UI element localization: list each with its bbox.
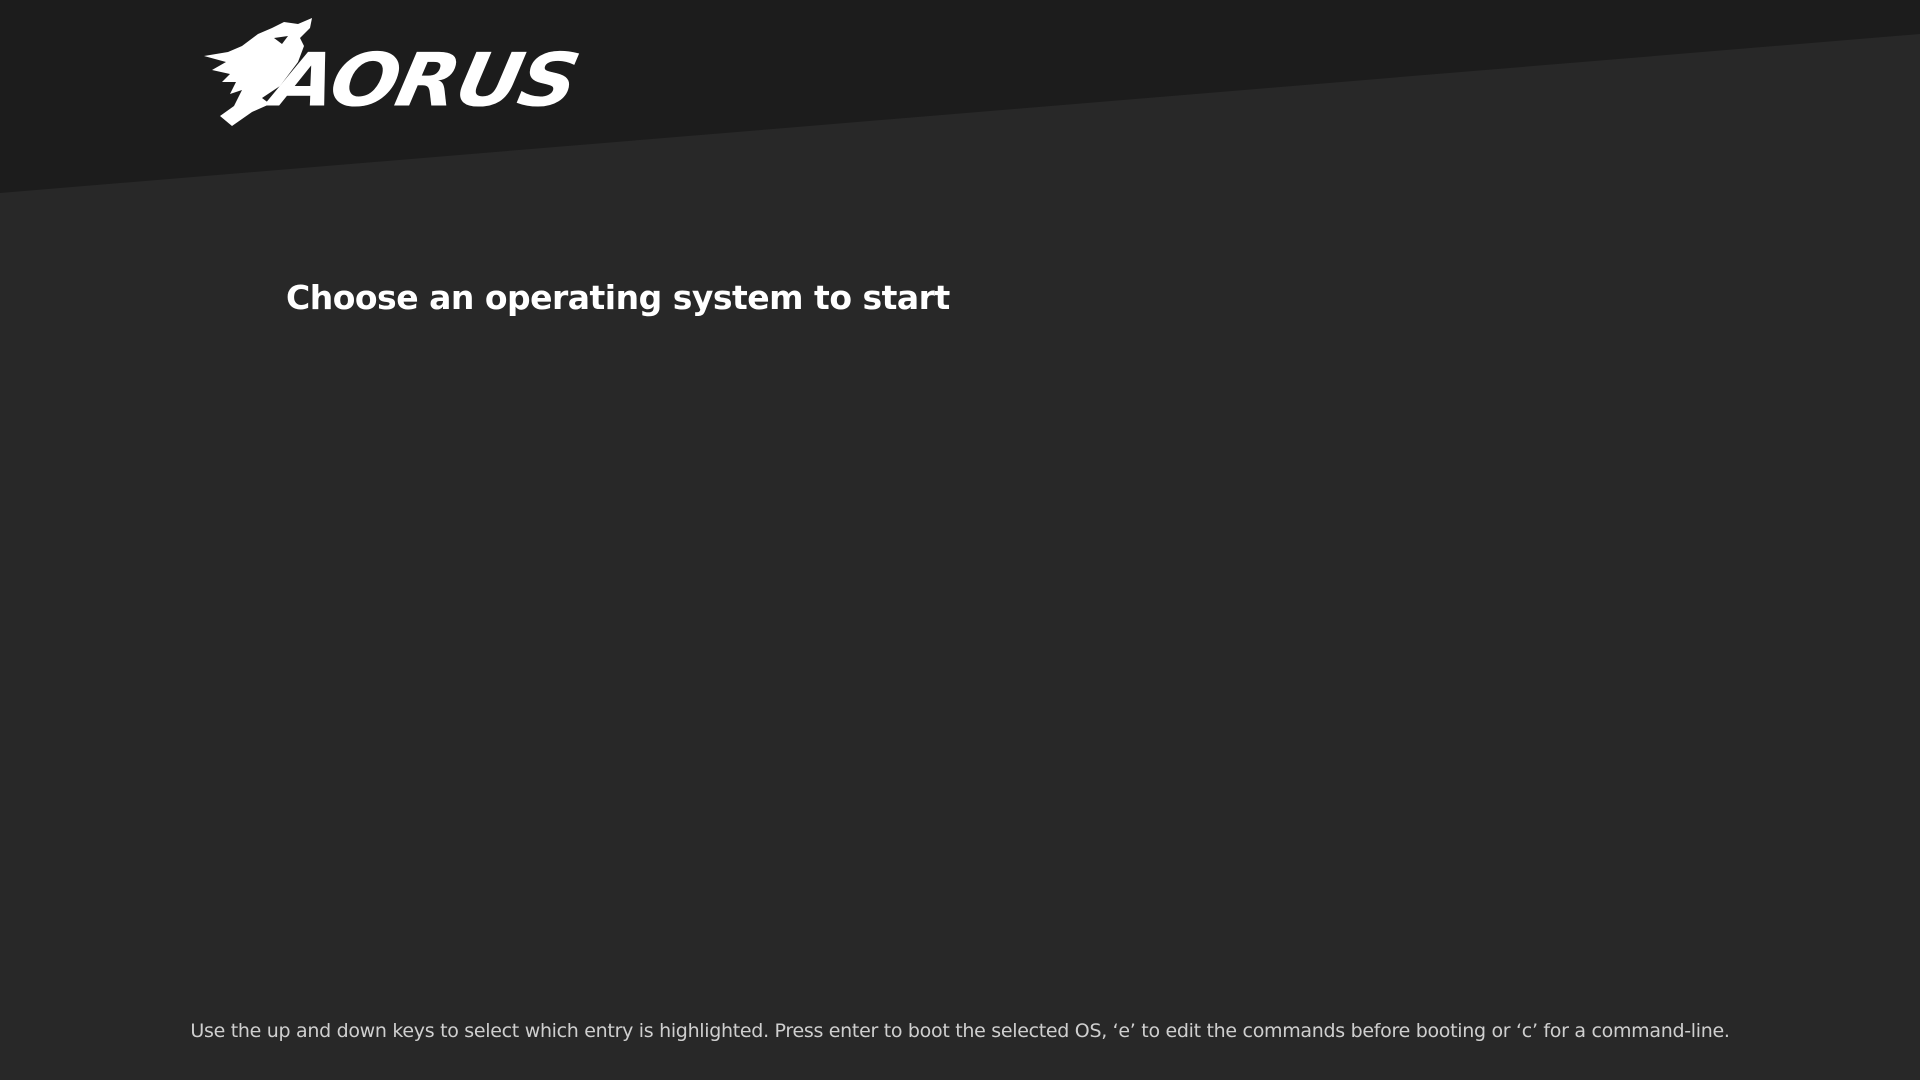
boot-menu-screen: AORUS Choose an operating system to star… [0,0,1920,1080]
boot-menu-title: Choose an operating system to start [286,278,950,317]
aorus-logo: AORUS [200,16,660,128]
boot-entry-list[interactable] [286,340,1636,960]
keyboard-help-text: Use the up and down keys to select which… [190,1020,1730,1042]
aorus-wordmark: AORUS [265,37,586,124]
